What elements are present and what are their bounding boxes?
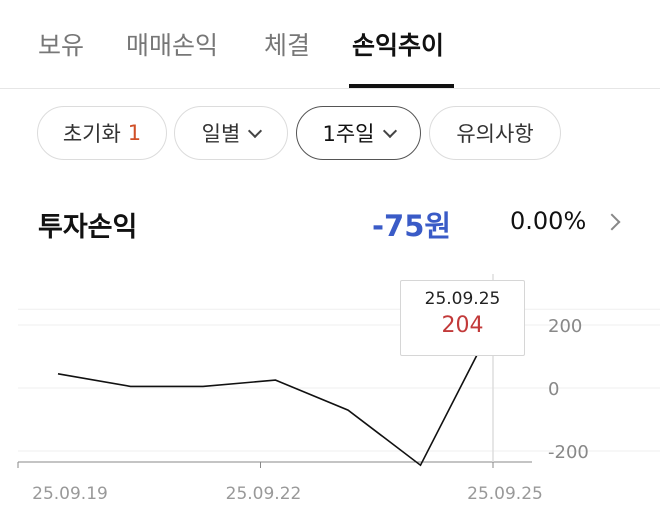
data-point (202, 385, 205, 388)
chevron-right-icon[interactable] (603, 213, 621, 231)
chevron-down-icon (382, 123, 397, 138)
tab-bar: 보유 매매손익 체결 손익추이 (0, 0, 660, 89)
tab-pnl-trend[interactable]: 손익추이 (352, 26, 444, 62)
y-tick-label: -200 (548, 442, 589, 463)
x-tick-label: 25.09.25 (467, 484, 543, 504)
investment-pnl-rate: 0.00% (510, 207, 587, 235)
tab-executions[interactable]: 체결 (264, 26, 310, 62)
tab-holdings[interactable]: 보유 (38, 26, 84, 62)
period-unit-dropdown[interactable]: 일별 (174, 106, 288, 160)
x-tick-label: 25.09.22 (226, 484, 302, 504)
investment-pnl-amount: -75원 (372, 209, 452, 243)
pnl-trend-chart[interactable]: 200 0 -200 25.09.19 25.09.22 25.09.25 (0, 262, 660, 528)
range-dropdown[interactable]: 1주일 (296, 106, 421, 160)
tooltip-value: 204 (441, 313, 484, 338)
period-unit-label: 일별 (201, 122, 241, 146)
data-point (274, 379, 277, 382)
data-point (57, 372, 60, 375)
y-tick-label: 200 (548, 316, 582, 337)
notice-label: 유의사항 (456, 122, 534, 146)
reset-filter-count: 1 (127, 121, 142, 145)
chevron-down-icon (248, 123, 263, 138)
reset-filter-button[interactable]: 초기화 1 (37, 106, 167, 160)
reset-filter-label: 초기화 (62, 122, 121, 146)
data-point (129, 385, 132, 388)
notice-button[interactable]: 유의사항 (429, 106, 561, 160)
investment-pnl-label: 투자손익 (38, 212, 138, 243)
y-tick-label: 0 (548, 379, 559, 400)
chart-tooltip: 25.09.25 204 (400, 280, 525, 356)
range-label: 1주일 (322, 122, 375, 146)
data-point (347, 409, 350, 412)
data-point (419, 464, 422, 467)
active-tab-indicator (349, 84, 454, 88)
tooltip-date: 25.09.25 (424, 289, 501, 309)
tab-trade-pnl[interactable]: 매매손익 (126, 26, 218, 62)
x-tick-label: 25.09.19 (32, 484, 108, 504)
